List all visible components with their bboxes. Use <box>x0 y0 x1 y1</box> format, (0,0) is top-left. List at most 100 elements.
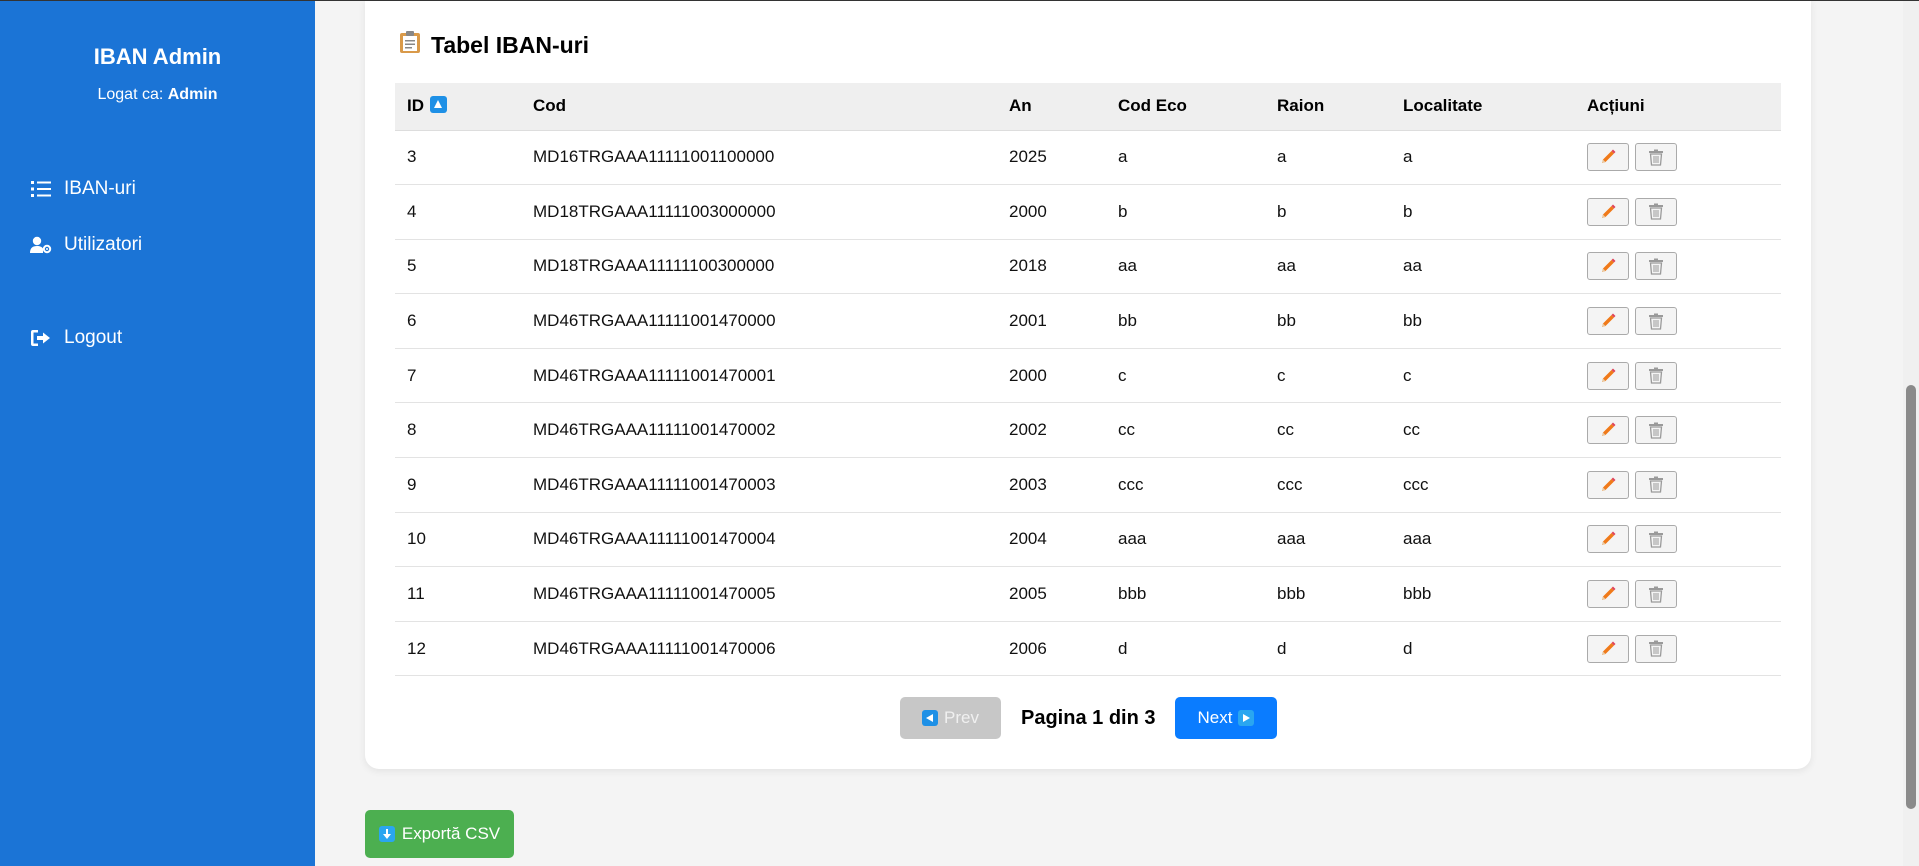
edit-button[interactable] <box>1587 416 1629 445</box>
cell-id: 3 <box>395 130 521 186</box>
edit-button[interactable] <box>1587 634 1629 663</box>
pencil-icon <box>1600 313 1616 329</box>
cell-raion: ccc <box>1265 457 1391 513</box>
cell-cod-eco: d <box>1106 621 1265 677</box>
page-scrollbar[interactable] <box>1903 0 1919 866</box>
delete-button[interactable] <box>1635 307 1677 336</box>
edit-button[interactable] <box>1587 470 1629 499</box>
pencil-icon <box>1600 258 1616 274</box>
clipboard-icon <box>399 30 421 60</box>
next-label: Next <box>1197 708 1233 727</box>
cell-cod: MD46TRGAAA11111001470006 <box>521 621 997 677</box>
pencil-icon <box>1600 149 1616 165</box>
table-row: 8 MD46TRGAAA11111001470002 2002 cc cc cc <box>395 402 1781 459</box>
export-csv-button[interactable]: Exportă CSV <box>365 810 514 858</box>
cell-id: 12 <box>395 621 521 677</box>
edit-button[interactable] <box>1587 252 1629 281</box>
table-row: 4 MD18TRGAAA11111003000000 2000 b b b <box>395 184 1781 240</box>
column-header-an[interactable]: An <box>997 83 1106 131</box>
cell-id: 7 <box>395 348 521 404</box>
cell-an: 2018 <box>997 239 1106 295</box>
pencil-icon <box>1600 586 1616 602</box>
edit-button[interactable] <box>1587 361 1629 390</box>
trash-icon <box>1648 203 1664 221</box>
cell-cod: MD46TRGAAA11111001470005 <box>521 566 997 622</box>
edit-button[interactable] <box>1587 580 1629 609</box>
sidebar-item-utilizatori[interactable]: Utilizatori <box>29 233 142 257</box>
edit-button[interactable] <box>1587 143 1629 172</box>
delete-button[interactable] <box>1635 580 1677 609</box>
cell-cod-eco: bb <box>1106 293 1265 349</box>
cell-actions <box>1575 512 1781 568</box>
column-header-localitate[interactable]: Localitate <box>1391 83 1575 131</box>
download-icon <box>378 826 395 842</box>
cell-cod-eco: cc <box>1106 402 1265 459</box>
cell-actions <box>1575 293 1781 349</box>
caret-right-icon <box>1238 710 1255 726</box>
table-row: 6 MD46TRGAAA11111001470000 2001 bb bb bb <box>395 293 1781 349</box>
cell-cod-eco: bbb <box>1106 566 1265 622</box>
next-button[interactable]: Next <box>1175 697 1277 739</box>
edit-button[interactable] <box>1587 197 1629 226</box>
pencil-icon <box>1600 641 1616 657</box>
cell-actions <box>1575 457 1781 513</box>
trash-icon <box>1648 149 1664 166</box>
delete-button[interactable] <box>1635 361 1677 390</box>
cell-localitate: c <box>1391 348 1575 404</box>
cell-cod: MD46TRGAAA11111001470001 <box>521 348 997 404</box>
table-header-row: ID Cod An Cod Eco Raion Localitate Acțiu… <box>395 83 1781 131</box>
cell-an: 2000 <box>997 348 1106 404</box>
cell-actions <box>1575 348 1781 404</box>
delete-button[interactable] <box>1635 470 1677 499</box>
table-row: 11 MD46TRGAAA11111001470005 2005 bbb bbb bbb <box>395 566 1781 622</box>
cell-raion: d <box>1265 621 1391 677</box>
table-row: 7 MD46TRGAAA11111001470001 2000 c c c <box>395 348 1781 404</box>
cell-an: 2003 <box>997 457 1106 513</box>
column-header-id[interactable]: ID <box>395 83 521 131</box>
table-body: 3 MD16TRGAAA11111001100000 2025 a a a 4 MD18TRG… <box>395 130 1781 677</box>
prev-button[interactable]: Prev <box>900 697 1001 739</box>
column-header-cod-eco[interactable]: Cod Eco <box>1106 83 1265 131</box>
edit-button[interactable] <box>1587 307 1629 336</box>
cell-actions <box>1575 239 1781 295</box>
sidebar-item-label: Utilizatori <box>64 234 143 255</box>
title-text: Tabel IBAN-uri <box>431 31 590 58</box>
sort-up-icon[interactable] <box>430 96 447 114</box>
iban-table-card: Tabel IBAN-uri ID Cod An Cod Eco Raion L… <box>365 0 1811 769</box>
delete-button[interactable] <box>1635 143 1677 172</box>
cell-localitate: bbb <box>1391 566 1575 622</box>
scrollbar-thumb[interactable] <box>1906 385 1916 809</box>
delete-button[interactable] <box>1635 252 1677 281</box>
delete-button[interactable] <box>1635 525 1677 554</box>
column-header-raion[interactable]: Raion <box>1265 83 1391 131</box>
pencil-icon <box>1600 204 1616 220</box>
cell-an: 2000 <box>997 184 1106 240</box>
cell-cod-eco: b <box>1106 184 1265 240</box>
logged-user: Admin <box>167 86 218 103</box>
cell-localitate: ccc <box>1391 457 1575 513</box>
trash-icon <box>1648 422 1664 439</box>
delete-button[interactable] <box>1635 197 1677 226</box>
cell-localitate: bb <box>1391 293 1575 349</box>
cell-an: 2005 <box>997 566 1106 622</box>
column-header-cod[interactable]: Cod <box>521 83 997 131</box>
logged-in-as: Logat ca: Admin <box>0 86 315 104</box>
delete-button[interactable] <box>1635 416 1677 445</box>
cell-localitate: d <box>1391 621 1575 677</box>
logged-prefix: Logat ca: <box>97 86 168 103</box>
cell-an: 2001 <box>997 293 1106 349</box>
pencil-icon <box>1600 477 1616 493</box>
cell-id: 8 <box>395 402 521 459</box>
sidebar-item-iban[interactable]: IBAN-uri <box>29 177 136 201</box>
edit-button[interactable] <box>1587 525 1629 554</box>
cell-localitate: a <box>1391 130 1575 186</box>
page-indicator: Pagina 1 din 3 <box>1021 707 1156 729</box>
cell-cod: MD18TRGAAA11111100300000 <box>521 239 997 295</box>
table-row: 3 MD16TRGAAA11111001100000 2025 a a a <box>395 130 1781 186</box>
cell-an: 2002 <box>997 402 1106 459</box>
delete-button[interactable] <box>1635 634 1677 663</box>
sidebar-item-logout[interactable]: Logout <box>29 326 122 350</box>
cell-raion: aaa <box>1265 512 1391 568</box>
column-header-actiuni: Acțiuni <box>1575 83 1781 131</box>
cell-cod: MD46TRGAAA11111001470004 <box>521 512 997 568</box>
